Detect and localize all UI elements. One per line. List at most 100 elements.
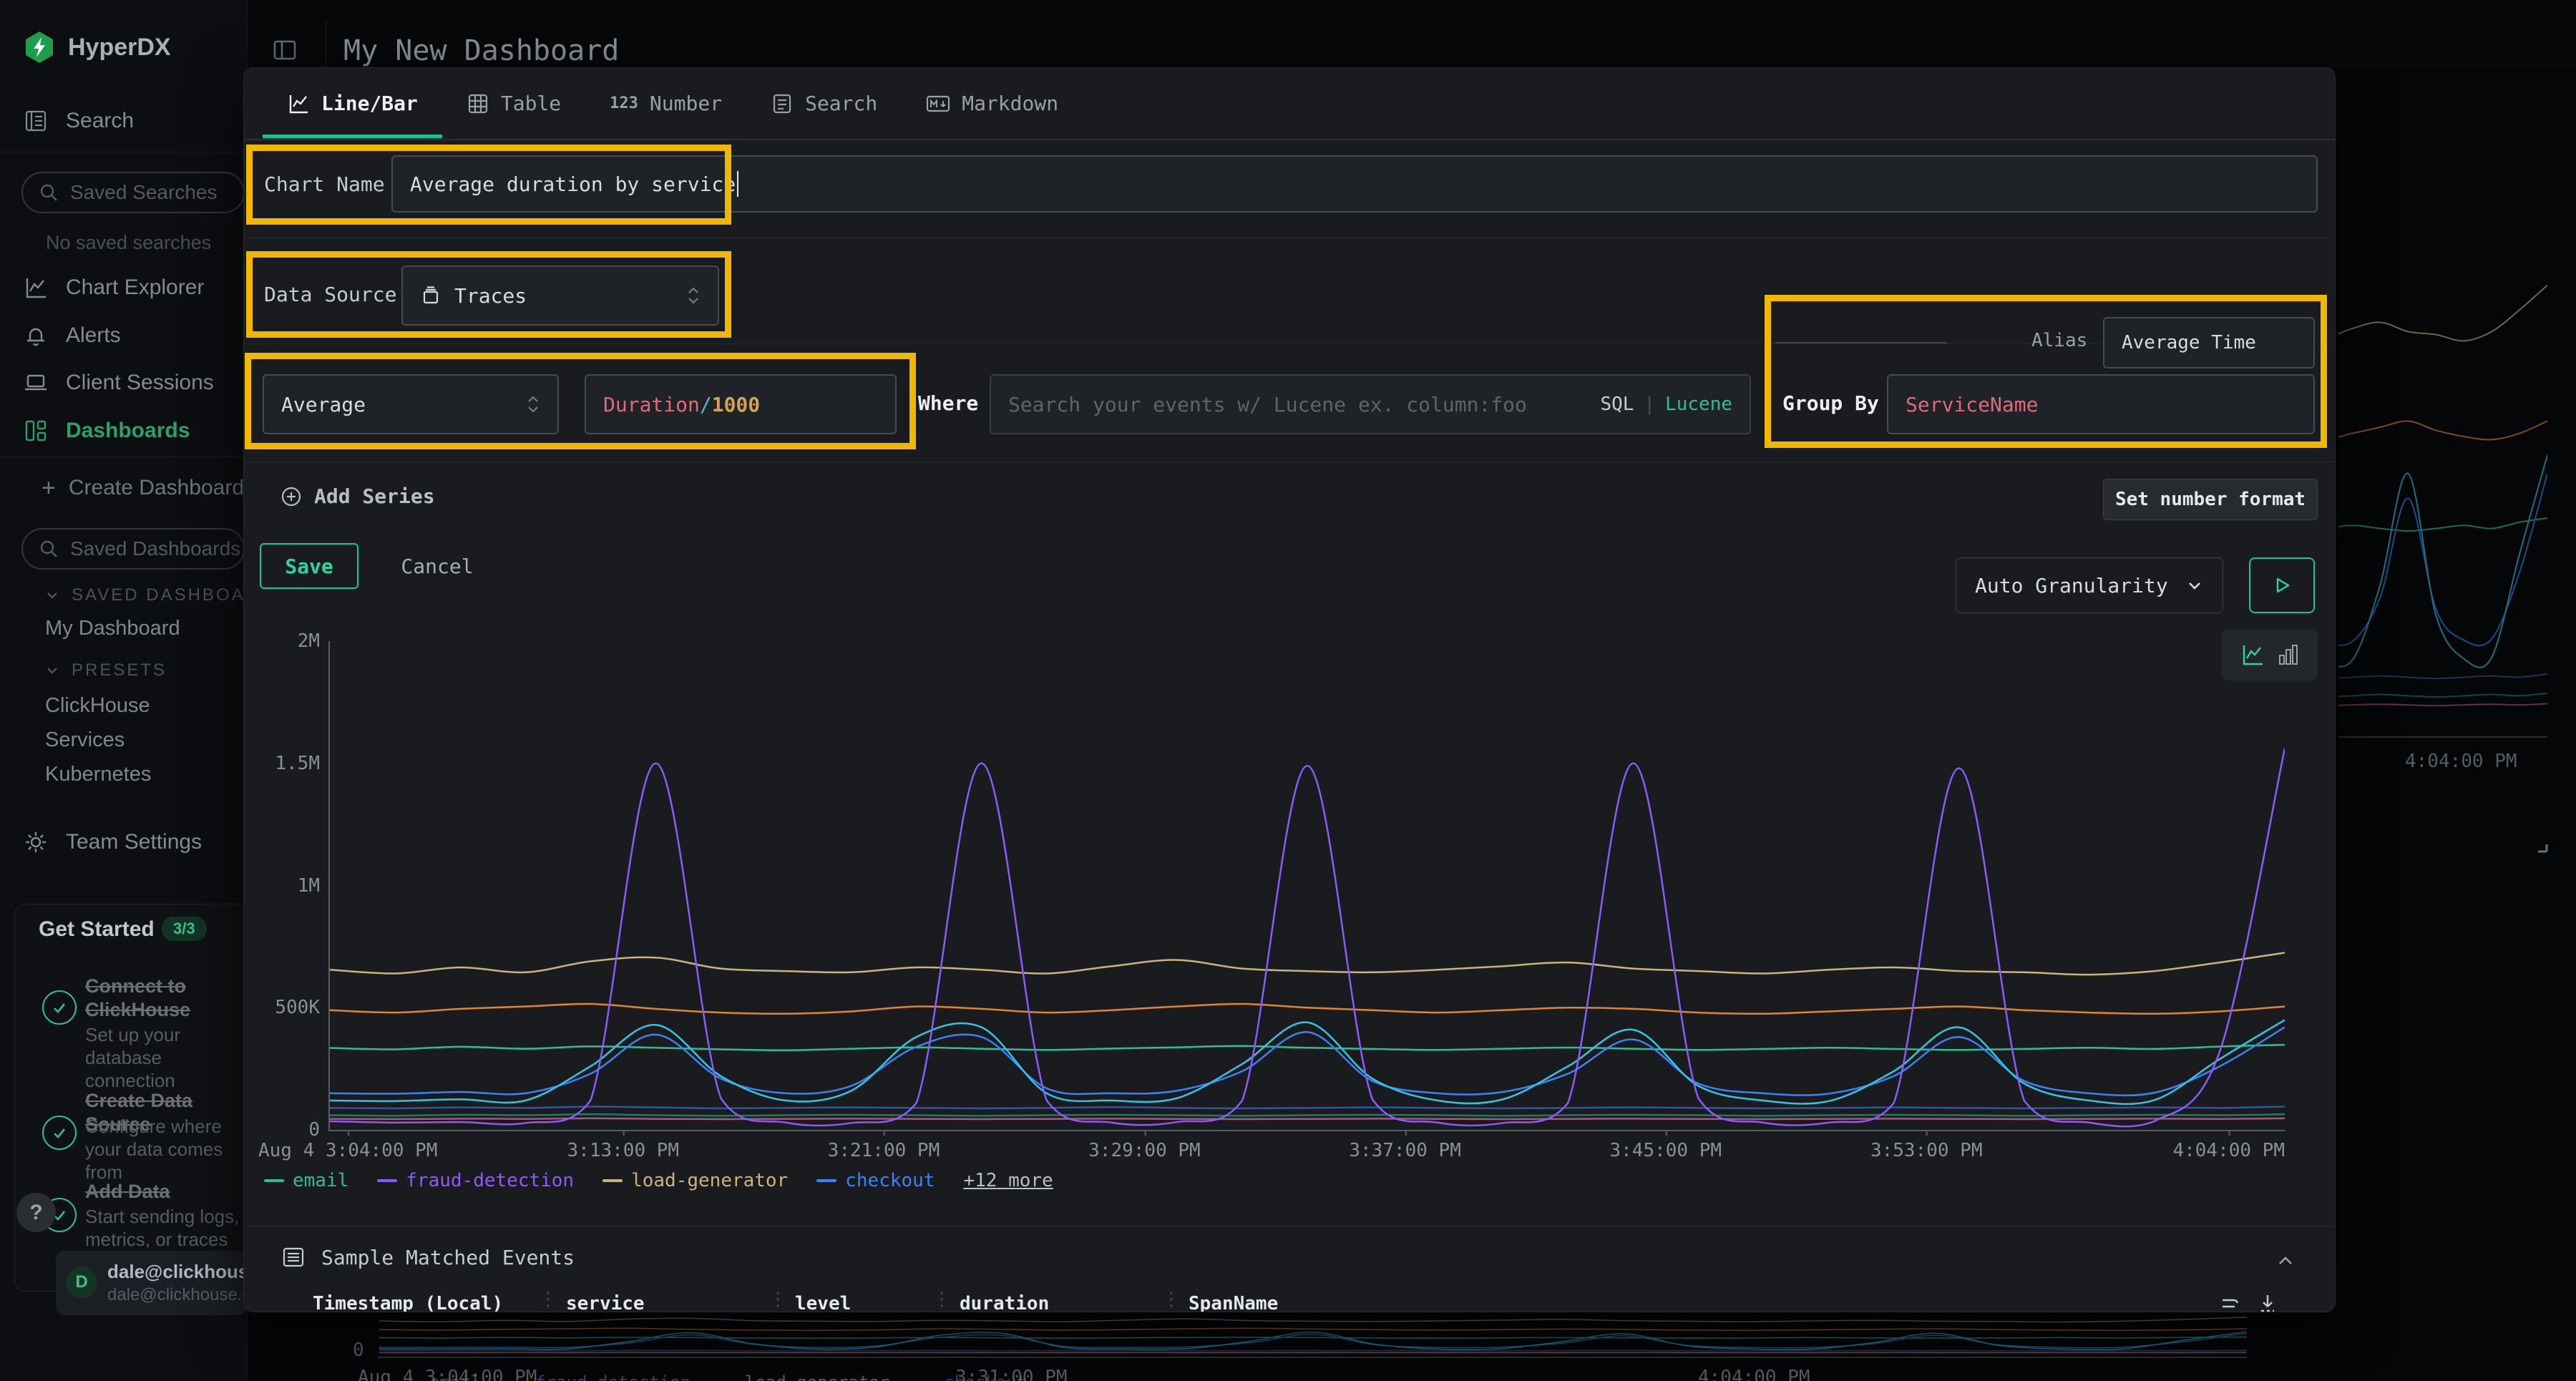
search-tab-icon [771,92,794,115]
x-axis-tick: 3:29:00 PM [1088,1140,1201,1161]
user-org: dale@clickhouse.com's [107,1285,247,1305]
background-mini-chart-strip: 0 Aug 4 3:04:00 PM 3:31:00 PM 4:04:00 PM… [247,1311,2576,1381]
resize-handle-icon[interactable] [2535,840,2548,853]
filter-icon[interactable] [2219,1293,2242,1312]
user-menu[interactable]: D dale@clickhouse.c dale@clickhouse.com'… [56,1251,247,1315]
list-icon [281,1245,306,1269]
sidebar-item-my-dashboard[interactable]: My Dashboard [45,617,180,640]
sidebar-item-alerts[interactable]: Alerts [24,323,121,348]
background-chart [2338,239,2547,733]
sidebar-item-client-sessions[interactable]: Client Sessions [24,371,214,395]
chart-plot-area[interactable]: 2M 1.5M 1M 500K 0 Aug 4 3:04:00 PM 3:13:… [328,641,2285,1131]
bell-icon [24,323,48,348]
sql-option[interactable]: SQL [1600,394,1634,415]
x-axis-tick: 3:53:00 PM [1870,1140,1983,1161]
run-query-button[interactable] [2249,557,2315,613]
saved-dashboards-input[interactable]: Saved Dashboards [21,528,245,570]
column-header[interactable]: duration [960,1293,1049,1312]
get-started-title: Get Started [39,917,155,942]
set-number-format-button[interactable]: Set number format [2103,479,2318,520]
sidebar-item-team-settings[interactable]: Team Settings [24,830,202,854]
plus-circle-icon [280,485,303,508]
chevron-down-icon [2185,576,2204,595]
table-tab-icon [467,92,489,115]
query-language-toggle[interactable]: SQL | Lucene [1600,394,1732,415]
column-header[interactable]: level [795,1293,851,1312]
where-search-input[interactable]: Search your events w/ Lucene ex. column:… [990,374,1751,434]
mini-chart-axis [378,1357,2247,1358]
y-axis-tick: 1.5M [275,753,320,774]
tab-number[interactable]: 123 Number [585,69,746,138]
legend-item[interactable]: email [264,1170,348,1191]
legend-more-link[interactable]: +12 more [963,1170,1053,1191]
mini-chart-x-tick: 4:04:00 PM [1698,1367,1810,1381]
sidebar: HyperDX Search Saved Searches No saved s… [0,0,248,1381]
collapse-section-icon[interactable] [2275,1250,2296,1272]
column-separator[interactable]: ⋮ [932,1289,951,1310]
chart-legend: email fraud-detection load-generator che… [264,1170,1053,1191]
y-axis-tick: 2M [298,630,320,652]
markdown-tab-icon [926,92,950,115]
legend-dash [377,1179,397,1182]
legend-item[interactable]: checkout [816,1170,935,1191]
play-icon [2273,576,2291,595]
sidebar-item-label: Search [66,109,134,133]
column-separator[interactable]: ⋮ [539,1289,557,1310]
x-axis-tick: 3:37:00 PM [1349,1140,1461,1161]
add-series-button[interactable]: Add Series [280,484,435,508]
sidebar-item-chart-explorer[interactable]: Chart Explorer [24,275,204,300]
legend-dash [264,1179,284,1182]
sidebar-item-label: Alerts [66,323,121,348]
chart-type-tabs: Line/Bar Table 123 Number [244,68,2335,140]
column-separator[interactable]: ⋮ [1162,1289,1181,1310]
dashboards-icon [24,419,48,443]
line-chart [330,641,2285,1130]
mini-chart-y-zero: 0 [353,1339,364,1361]
number-tab-icon: 123 [610,94,638,112]
y-axis-tick: 500K [275,997,320,1018]
sidebar-collapse-icon[interactable] [273,38,297,62]
tab-search[interactable]: Search [746,69,902,138]
cancel-button[interactable]: Cancel [387,543,487,589]
no-saved-searches-text: No saved searches [46,232,211,254]
column-header[interactable]: SpanName [1189,1293,1278,1312]
get-started-card: Get Started 3/3 Connect to ClickHouse Se… [14,904,248,1292]
text-cursor [737,171,738,197]
tab-table[interactable]: Table [442,69,585,138]
background-chart-axis [2338,736,2547,738]
sidebar-item-search[interactable]: Search [24,109,134,133]
chevron-down-icon [44,663,60,678]
brand-name: HyperDX [68,34,171,62]
column-header[interactable]: service [566,1293,645,1312]
brand-logo[interactable]: HyperDX [24,30,171,64]
get-started-item-desc: Configure where your data comes from [85,1115,248,1184]
sidebar-item-label: Client Sessions [66,371,214,395]
legend-dash [602,1179,623,1182]
column-header[interactable]: Timestamp (Local) [313,1293,503,1312]
tab-markdown[interactable]: Markdown [902,69,1083,138]
download-icon[interactable] [2256,1292,2279,1312]
presets-section-header[interactable]: PRESETS [44,660,167,680]
x-axis-tick: 3:21:00 PM [828,1140,940,1161]
annotation-box-data-source [246,251,731,338]
help-button[interactable]: ? [16,1193,56,1232]
save-button[interactable]: Save [260,543,358,589]
sidebar-item-dashboards[interactable]: Dashboards [24,419,190,443]
annotation-box-group-by [1765,295,2327,448]
lucene-option[interactable]: Lucene [1665,394,1732,415]
x-axis-tick: Aug 4 3:04:00 PM [258,1140,437,1161]
get-started-item-desc: Set up your database connection [85,1023,248,1092]
column-separator[interactable]: ⋮ [769,1289,787,1310]
sidebar-item-clickhouse[interactable]: ClickHouse [45,694,150,718]
get-started-item-title[interactable]: Connect to ClickHouse [85,975,248,1022]
search-page-icon [24,109,48,133]
tab-line-bar[interactable]: Line/Bar [263,69,442,138]
saved-searches-input[interactable]: Saved Searches [21,172,245,213]
legend-item[interactable]: fraud-detection [377,1170,574,1191]
create-dashboard-button[interactable]: + Create Dashboard [42,476,244,500]
granularity-select[interactable]: Auto Granularity [1956,557,2223,613]
sidebar-item-services[interactable]: Services [45,728,125,752]
legend-item[interactable]: load-generator [602,1170,788,1191]
get-started-item-title[interactable]: Add Data [85,1180,248,1204]
sidebar-item-kubernetes[interactable]: Kubernetes [45,763,151,786]
